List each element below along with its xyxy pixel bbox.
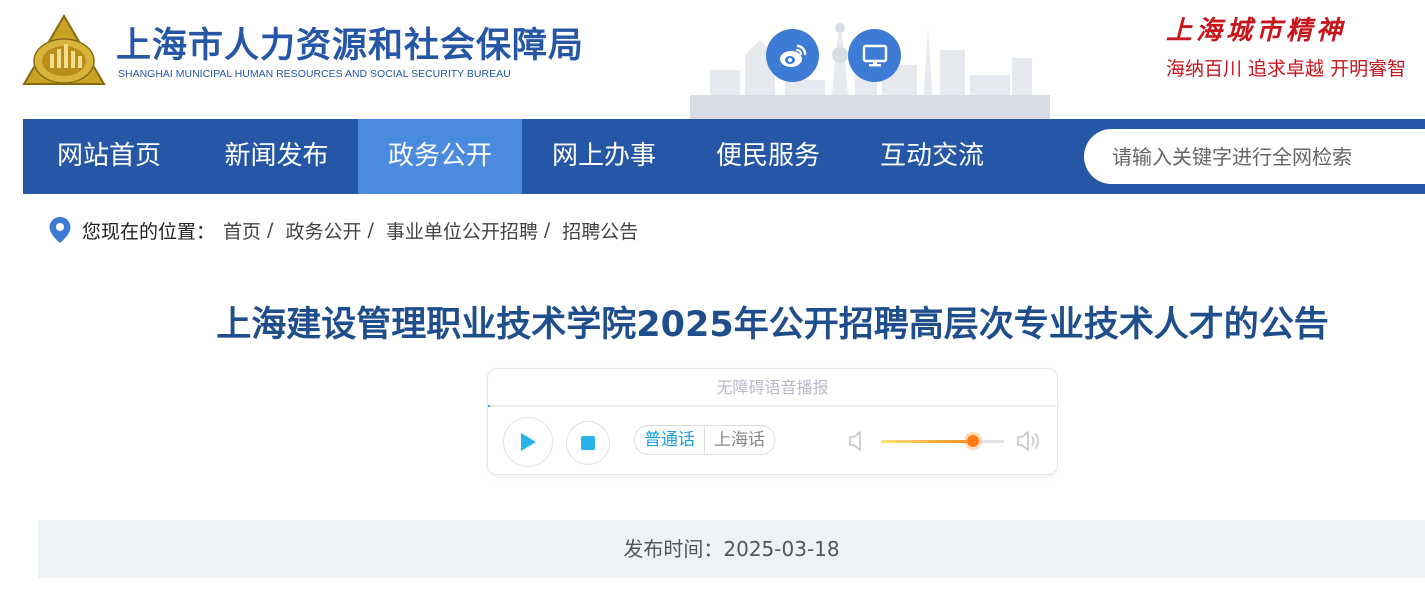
publish-date-bar: 发布时间：2025-03-18 [38,520,1425,578]
play-icon [521,433,536,451]
weibo-icon [779,44,806,67]
article-title: 上海建设管理职业技术学院2025年公开招聘高层次专业技术人才的公告 [216,305,1329,345]
breadcrumb: 您现在的位置： 首页 / 政务公开 / 事业单位公开招聘 / 招聘公告 [48,214,638,246]
audio-player: 无障碍语音播报 普通话 上海话 [487,368,1058,475]
city-spirit-title: 上海城市精神 [1166,16,1347,46]
breadcrumb-separator: / [267,219,274,241]
location-pin-icon [49,217,71,243]
volume-high-icon[interactable] [1016,429,1044,453]
language-selector: 普通话 上海话 [634,425,775,455]
breadcrumb-home[interactable]: 首页 [223,217,261,244]
desktop-icon [862,44,887,66]
play-button[interactable] [503,417,553,467]
breadcrumb-separator: / [367,219,374,241]
stop-icon [581,436,595,450]
city-spirit-motto: 海纳百川 追求卓越 开明睿智 [1166,58,1407,80]
nav-item-public-services[interactable]: 便民服务 [686,119,850,194]
emblem-logo[interactable] [22,14,106,90]
breadcrumb-public-recruitment[interactable]: 事业单位公开招聘 [386,217,538,244]
nav-item-government-affairs[interactable]: 政务公开 [358,119,522,194]
breadcrumb-separator: / [543,219,551,241]
weibo-button[interactable] [766,29,819,82]
header: 上海市人力资源和社会保障局 SHANGHAI MUNICIPAL HUMAN R… [0,0,1425,119]
volume-fill [881,440,973,443]
stop-button[interactable] [566,421,610,465]
desktop-button[interactable] [848,29,901,82]
language-shanghainese[interactable]: 上海话 [704,426,774,454]
playback-progress[interactable] [488,405,1057,407]
nav-item-news[interactable]: 新闻发布 [195,119,358,194]
volume-handle[interactable] [967,435,979,447]
player-label: 无障碍语音播报 [716,378,829,397]
breadcrumb-recruitment-notice[interactable]: 招聘公告 [562,217,638,244]
breadcrumb-label: 您现在的位置： [82,220,216,243]
main-nav: 网站首页 新闻发布 政务公开 网上办事 便民服务 互动交流 [23,119,1425,194]
volume-low-icon[interactable] [848,429,866,453]
search-input[interactable] [1084,129,1425,184]
site-subtitle: SHANGHAI MUNICIPAL HUMAN RESOURCES AND S… [118,68,511,80]
breadcrumb-government-affairs[interactable]: 政务公开 [285,217,361,244]
publish-date: 发布时间：2025-03-18 [623,537,840,561]
site-title[interactable]: 上海市人力资源和社会保障局 [116,17,584,68]
nav-item-home[interactable]: 网站首页 [23,119,195,194]
nav-item-online-services[interactable]: 网上办事 [522,119,686,194]
volume-slider[interactable] [881,435,1004,447]
nav-item-interaction[interactable]: 互动交流 [850,119,1014,194]
language-mandarin[interactable]: 普通话 [635,426,704,454]
